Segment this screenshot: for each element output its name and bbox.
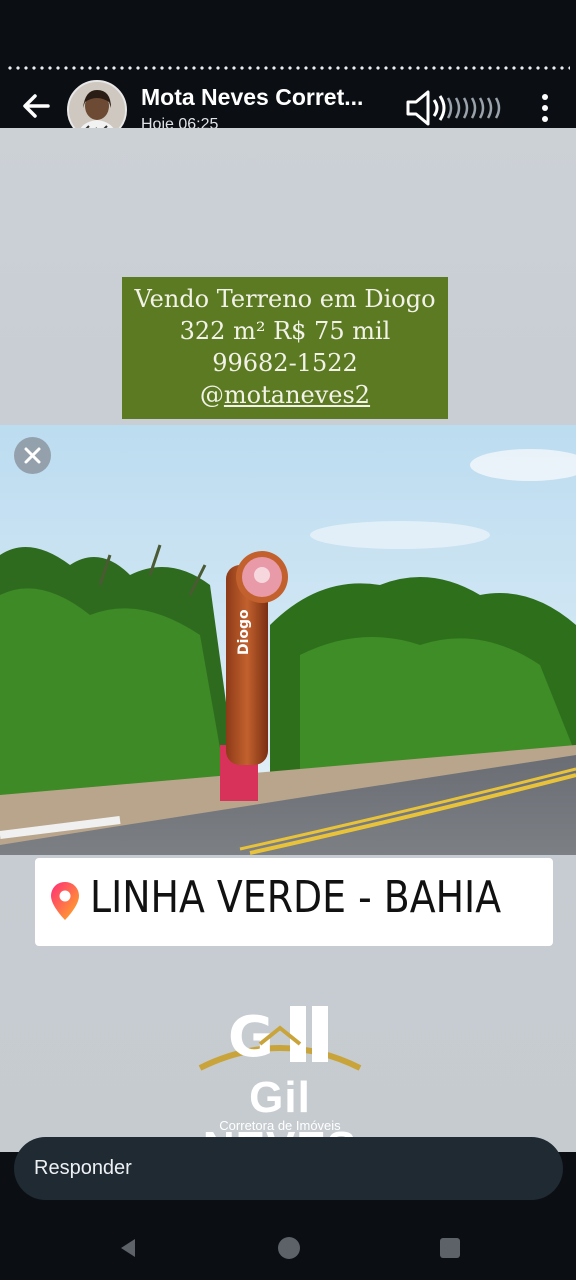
close-button[interactable] — [14, 437, 51, 474]
back-arrow-icon[interactable] — [18, 88, 54, 124]
brand-logo: G Gil NEVES Corretora de Imóveis — [170, 998, 390, 1152]
close-icon — [24, 447, 41, 464]
contact-name: Mota Neves Corret... — [141, 84, 364, 110]
roadside-photo: Diogo — [0, 425, 576, 855]
sign-label: Diogo — [236, 609, 252, 655]
headline-box: Vendo Terreno em Diogo 322 m² R$ 75 mil … — [122, 277, 448, 419]
brand-tagline: Corretora de Imóveis — [219, 1118, 341, 1133]
logo-emblem: G — [198, 1005, 362, 1071]
more-vert-icon[interactable] — [530, 90, 560, 126]
reply-input[interactable]: Responder — [14, 1137, 563, 1200]
headline-line3: 99682-1522 — [212, 349, 358, 377]
android-navbar — [0, 1214, 576, 1280]
headline-line4: @motaneves2 — [122, 379, 448, 411]
nav-back-icon[interactable] — [116, 1236, 140, 1260]
instagram-handle[interactable]: motaneves2 — [224, 381, 370, 409]
location-sticker[interactable]: LINHA VERDE - BAHIA — [35, 858, 553, 946]
story-content[interactable]: Vendo Terreno em Diogo 322 m² R$ 75 mil … — [0, 128, 576, 1152]
speaker-icon[interactable] — [404, 88, 508, 128]
headline-line1: Vendo Terreno em Diogo — [134, 285, 436, 313]
nav-recents-icon[interactable] — [438, 1236, 462, 1260]
handle-prefix: @ — [199, 381, 224, 409]
location-label: LINHA VERDE - BAHIA — [90, 872, 502, 923]
nav-home-icon[interactable] — [277, 1236, 301, 1260]
location-pin-icon — [51, 882, 79, 920]
story-progress-bar — [6, 66, 570, 70]
reply-placeholder: Responder — [34, 1157, 132, 1179]
headline-line2: 322 m² R$ 75 mil — [179, 317, 391, 345]
